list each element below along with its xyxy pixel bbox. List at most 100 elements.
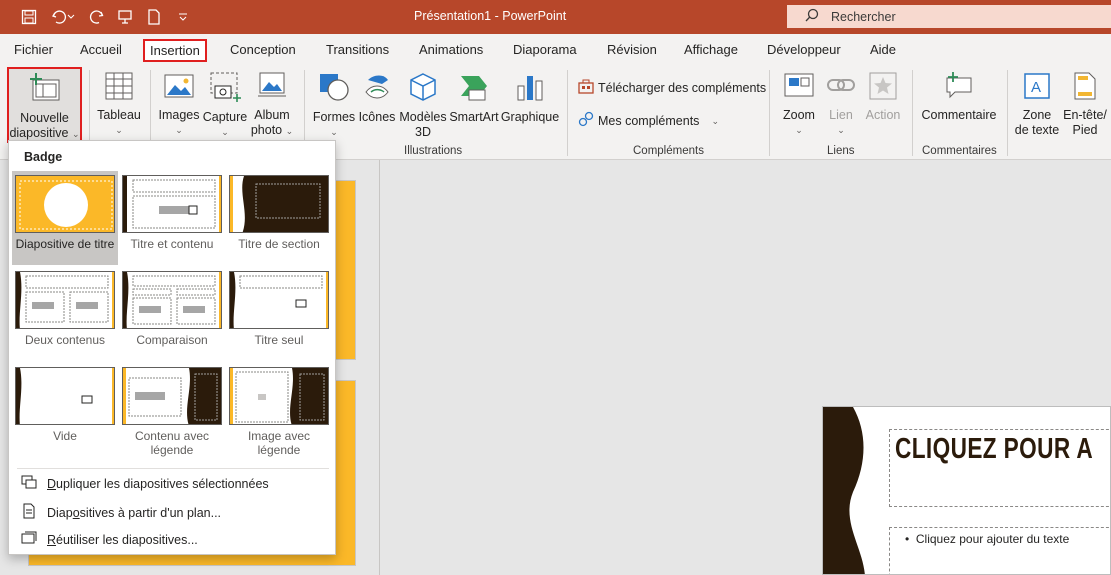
tab-transitions[interactable]: Transitions [326, 42, 389, 57]
layout-title-only[interactable]: Titre seul [226, 267, 332, 361]
layout-two-content[interactable]: Deux contenus [12, 267, 118, 361]
menu-accelerator: D [47, 476, 57, 491]
tab-affichage[interactable]: Affichage [684, 42, 738, 57]
layout-title-content[interactable]: Titre et contenu [119, 171, 225, 265]
chart-label: Graphique [500, 110, 560, 124]
menu-divider [17, 468, 329, 469]
table-icon [96, 72, 142, 104]
my-addins-label: Mes compléments [598, 113, 700, 128]
new-slide-button[interactable]: Nouvelle diapositive ⌄ [7, 67, 82, 143]
layout-content-caption[interactable]: Contenu avec légende [119, 363, 225, 457]
chart-button[interactable]: Graphique [500, 72, 560, 125]
zoom-button[interactable]: Zoom ⌄ [776, 72, 822, 138]
search-box[interactable]: Rechercher [787, 5, 1111, 28]
slide-canvas[interactable]: CLIQUEZ POUR A • Cliquez pour ajouter du… [822, 406, 1111, 575]
header-footer-button[interactable]: En-tête/ Pied [1060, 72, 1110, 138]
layout-thumbnail [122, 175, 222, 233]
comment-label: Commentaire [921, 108, 997, 122]
tab-aide[interactable]: Aide [870, 42, 896, 57]
chevron-down-icon: ⌄ [330, 127, 338, 137]
menu-reuse-slides[interactable]: Réutiliser les diapositives... [21, 531, 198, 548]
get-addins-button[interactable]: Télécharger des compléments [578, 78, 766, 98]
layout-section-title[interactable]: Titre de section [226, 171, 332, 265]
header-footer-icon [1060, 72, 1110, 104]
new-slide-label-line2: diapositive [9, 126, 69, 140]
layout-thumbnail [15, 175, 115, 233]
new-slide-label-line1: Nouvelle [20, 111, 69, 125]
tab-accueil[interactable]: Accueil [80, 42, 122, 57]
reuse-slides-icon [21, 531, 37, 548]
slide-title-text: CLIQUEZ POUR A [895, 433, 1094, 465]
link-button[interactable]: Lien ⌄ [820, 72, 862, 138]
photo-album-button[interactable]: Album photo ⌄ [249, 72, 295, 139]
chevron-down-icon: ⌄ [72, 129, 80, 139]
table-label: Tableau [97, 108, 141, 122]
group-label-illustrations: Illustrations [404, 145, 463, 157]
layout-label: Comparaison [136, 333, 208, 347]
link-icon [820, 72, 862, 104]
customize-quick-access-icon[interactable] [172, 7, 194, 27]
textbox-label-line1: Zone [1022, 108, 1052, 122]
menu-accelerator: R [47, 532, 57, 547]
comment-icon [918, 72, 1000, 104]
chevron-down-icon: ⌄ [795, 125, 803, 135]
presentation-start-icon[interactable] [114, 7, 136, 27]
tab-conception[interactable]: Conception [230, 42, 296, 57]
textbox-icon: A [1013, 72, 1061, 104]
svg-text:A: A [1031, 79, 1041, 96]
star-icon [862, 72, 904, 104]
action-button[interactable]: Action [862, 72, 904, 123]
images-label: Images [158, 108, 200, 122]
chevron-down-icon: ⌄ [115, 125, 123, 135]
layout-comparison[interactable]: Comparaison [119, 267, 225, 361]
capture-button[interactable]: Capture ⌄ [202, 72, 248, 140]
3d-models-button[interactable]: Modèles 3D [398, 72, 448, 140]
group-label-links: Liens [827, 145, 855, 157]
menu-duplicate-slides[interactable]: Dupliquer les diapositives sélectionnées [21, 475, 269, 492]
smartart-label: SmartArt [449, 110, 499, 124]
tab-fichier[interactable]: Fichier [14, 42, 53, 57]
duplicate-slides-icon [21, 475, 37, 492]
3d-models-label-line2: 3D [415, 125, 431, 139]
layout-label: Titre et contenu [130, 237, 214, 251]
layout-picture-caption[interactable]: Image avec légende [226, 363, 332, 457]
tab-developpeur[interactable]: Développeur [767, 42, 841, 57]
search-icon [805, 8, 819, 25]
chevron-down-icon: ⌄ [837, 125, 845, 135]
layout-title-slide[interactable]: Diapositive de titre [12, 171, 118, 265]
redo-icon[interactable] [86, 7, 108, 27]
screenshot-icon [202, 72, 248, 106]
new-file-icon[interactable] [143, 7, 165, 27]
menu-slides-from-outline[interactable]: Diapositives à partir d'un plan... [21, 503, 221, 522]
image-icon [156, 72, 202, 104]
my-addins-button[interactable]: Mes compléments ⌄ [578, 111, 719, 131]
shapes-label: Formes [312, 110, 356, 124]
undo-dropdown-icon[interactable] [64, 7, 78, 27]
layout-blank[interactable]: Vide [12, 363, 118, 457]
layout-label: Image avec légende [247, 429, 311, 457]
icons-button[interactable]: Icônes [357, 72, 397, 125]
layout-label: Deux contenus [24, 333, 106, 347]
layout-thumbnail [122, 367, 222, 425]
textbox-button[interactable]: A Zone de texte [1013, 72, 1061, 138]
images-button[interactable]: Images ⌄ [156, 72, 202, 138]
shapes-button[interactable]: Formes ⌄ [311, 72, 357, 140]
tab-diaporama[interactable]: Diaporama [513, 42, 577, 57]
smartart-button[interactable]: SmartArt [448, 72, 500, 125]
layout-thumbnail [229, 175, 329, 233]
tab-revision[interactable]: Révision [607, 42, 657, 57]
comment-button[interactable]: Commentaire [918, 72, 1000, 123]
chevron-down-icon: ⌄ [711, 115, 719, 126]
addins-icon [578, 111, 594, 131]
album-label-line2: photo [250, 123, 283, 137]
shapes-icon [311, 72, 357, 106]
tab-insertion[interactable]: Insertion [143, 39, 207, 62]
outline-document-icon [21, 503, 37, 522]
tab-animations[interactable]: Animations [419, 42, 483, 57]
menu-label-prefix: Diap [47, 505, 73, 520]
save-icon[interactable] [18, 7, 40, 27]
layout-label: Diapositive de titre [15, 237, 115, 251]
slide-body-text: • Cliquez pour ajouter du texte [905, 532, 1070, 546]
table-button[interactable]: Tableau ⌄ [96, 72, 142, 138]
header-footer-label-line1: En-tête/ [1063, 108, 1107, 122]
